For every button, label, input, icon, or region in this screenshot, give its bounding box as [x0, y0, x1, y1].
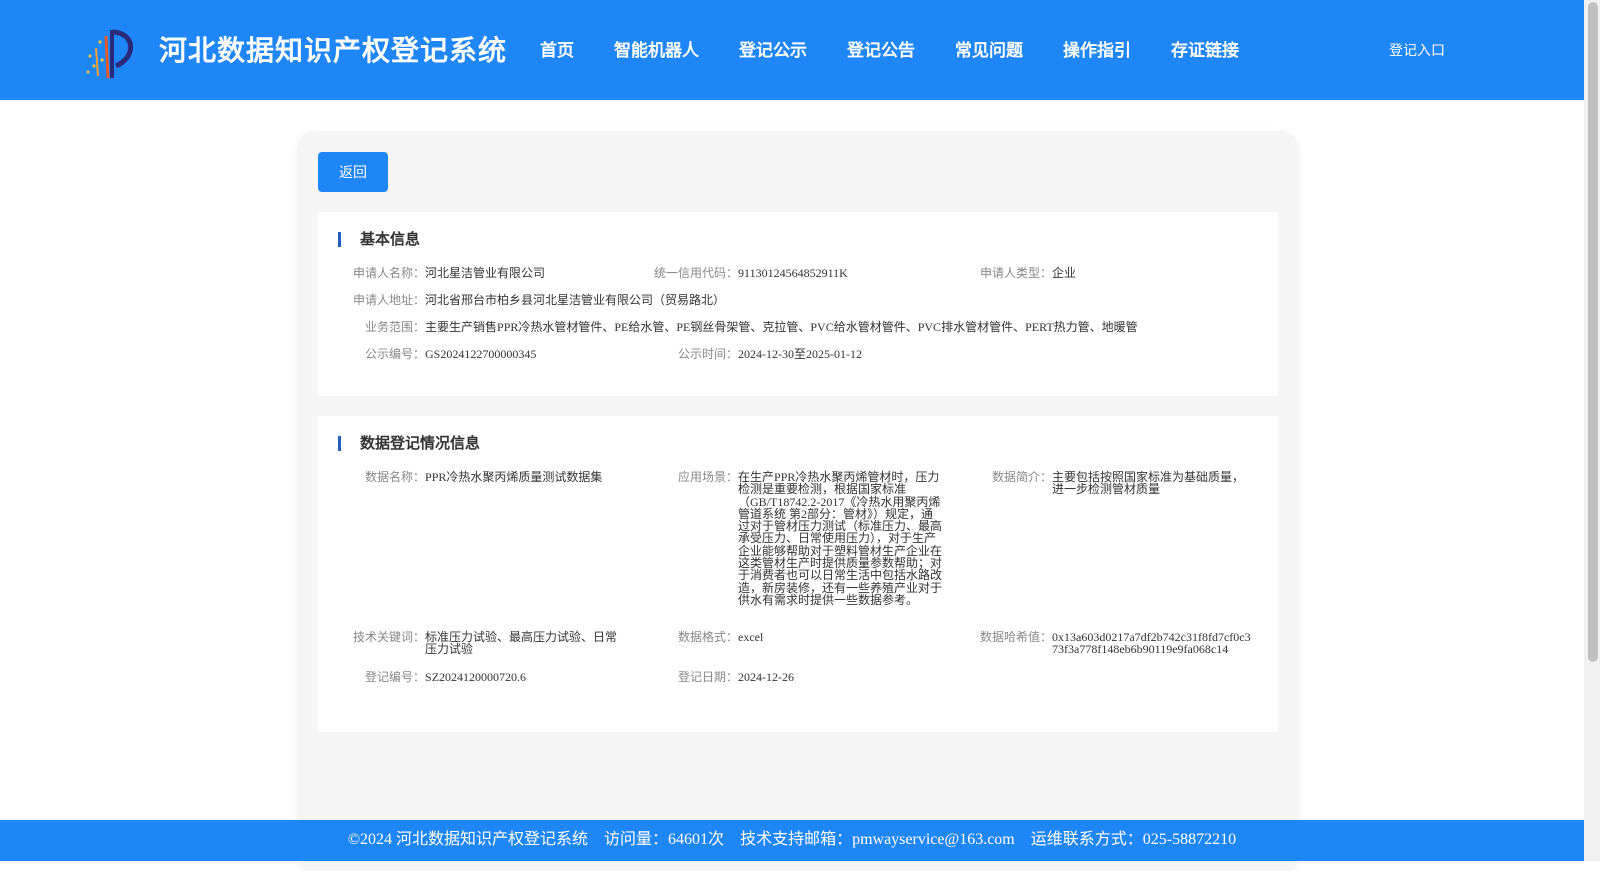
logo-icon[interactable] — [82, 26, 138, 82]
footer-copyright: ©2024 河北数据知识产权登记系统 — [347, 831, 589, 848]
field-label: 业务范围： — [365, 320, 426, 334]
detail-card: 返回 基本信息 申请人名称： 河北星洁管业有限公司 统一信用代码： 911301… — [298, 131, 1298, 871]
field-hash: 数据哈希值： 0x13a603d0217a7df2b742c31f8fd7cf0… — [980, 631, 1252, 656]
footer-email: 技术支持邮箱：pmwayservice@163.com — [740, 831, 1015, 848]
nav-item-faq[interactable]: 常见问题 — [955, 36, 1023, 61]
nav-item-public-notice[interactable]: 登记公示 — [739, 36, 807, 61]
field-notice-time: 公示时间： 2024-12-30至2025-01-12 — [678, 347, 863, 361]
field-value: 主要包括按照国家标准为基础质量，进一步检测管材质量 — [1052, 470, 1245, 497]
section-title-data: 数据登记情况信息 — [338, 434, 480, 452]
field-format: 数据格式： excel — [678, 630, 764, 644]
field-label: 公示编号： — [365, 347, 426, 361]
field-label: 技术关键词： — [353, 630, 426, 644]
nav-item-home[interactable]: 首页 — [540, 36, 574, 61]
field-address: 申请人地址： 河北省邢台市柏乡县河北星洁管业有限公司（贸易路北） — [353, 293, 726, 307]
field-value: SZ2024120000720.6 — [425, 670, 527, 684]
field-label: 申请人名称： — [353, 266, 426, 280]
field-label: 申请人类型： — [980, 266, 1053, 280]
field-value: 企业 — [1052, 266, 1077, 280]
field-applicant-type: 申请人类型： 企业 — [980, 266, 1077, 280]
field-label: 登记编号： — [365, 670, 426, 684]
field-value: 91130124564852911K — [738, 266, 848, 280]
field-value: GS2024122700000345 — [425, 347, 537, 361]
basic-info-section: 基本信息 申请人名称： 河北星洁管业有限公司 统一信用代码： 911301245… — [318, 212, 1278, 396]
field-label: 应用场景： — [678, 470, 739, 484]
footer-phone: 运维联系方式：025-58872210 — [1030, 831, 1237, 848]
field-business-scope: 业务范围： 主要生产销售PPR冷热水管材管件、PE给水管、PE钢丝骨架管、克拉管… — [365, 320, 1138, 334]
field-value: 2024-12-30至2025-01-12 — [738, 347, 863, 361]
back-button[interactable]: 返回 — [318, 152, 388, 192]
field-label: 数据格式： — [678, 630, 739, 644]
field-value: excel — [738, 630, 764, 644]
field-data-name: 数据名称： PPR冷热水聚丙烯质量测试数据集 — [365, 470, 603, 484]
field-value: 在生产PPR冷热水聚丙烯管材时，压力检测是重要检测，根据国家标准（GB/T187… — [738, 470, 943, 607]
field-applicant-name: 申请人名称： 河北星洁管业有限公司 — [353, 266, 546, 280]
nav-item-evidence-link[interactable]: 存证链接 — [1171, 36, 1239, 61]
field-reg-no: 登记编号： SZ2024120000720.6 — [365, 670, 527, 684]
field-label: 统一信用代码： — [654, 266, 739, 280]
field-notice-no: 公示编号： GS2024122700000345 — [365, 347, 537, 361]
field-label: 公示时间： — [678, 347, 739, 361]
field-value: 河北星洁管业有限公司 — [425, 266, 546, 280]
field-label: 申请人地址： — [353, 293, 426, 307]
footer: ©2024 河北数据知识产权登记系统 访问量：64601次 技术支持邮箱：pmw… — [0, 820, 1584, 861]
data-registration-section: 数据登记情况信息 数据名称： PPR冷热水聚丙烯质量测试数据集 应用场景： 在生… — [318, 416, 1278, 732]
nav-item-guide[interactable]: 操作指引 — [1063, 36, 1131, 61]
field-label: 数据名称： — [365, 470, 426, 484]
header: 河北数据知识产权登记系统 首页 智能机器人 登记公示 登记公告 常见问题 操作指… — [0, 0, 1584, 100]
nav-item-announcement[interactable]: 登记公告 — [847, 36, 915, 61]
login-link[interactable]: 登记入口 — [1389, 40, 1445, 60]
field-value: PPR冷热水聚丙烯质量测试数据集 — [425, 470, 603, 484]
nav-item-robot[interactable]: 智能机器人 — [614, 36, 699, 61]
field-credit-code: 统一信用代码： 91130124564852911K — [654, 266, 848, 280]
site-title: 河北数据知识产权登记系统 — [159, 34, 508, 67]
field-label: 登记日期： — [678, 670, 739, 684]
field-value: 河北省邢台市柏乡县河北星洁管业有限公司（贸易路北） — [425, 293, 726, 307]
field-reg-date: 登记日期： 2024-12-26 — [678, 670, 795, 684]
field-value: 标准压力试验、最高压力试验、日常压力试验 — [425, 630, 618, 657]
footer-visits: 访问量：64601次 — [604, 831, 725, 848]
field-value: 2024-12-26 — [738, 670, 795, 684]
scrollbar-thumb[interactable] — [1588, 2, 1598, 662]
scrollbar[interactable] — [1584, 0, 1600, 861]
field-label: 数据简介： — [992, 470, 1053, 484]
field-scenario: 应用场景： 在生产PPR冷热水聚丙烯管材时，压力检测是重要检测，根据国家标准（G… — [678, 471, 942, 606]
field-value: 0x13a603d0217a7df2b742c31f8fd7cf0c373f3a… — [1052, 630, 1251, 657]
field-label: 数据哈希值： — [980, 630, 1053, 644]
field-value: 主要生产销售PPR冷热水管材管件、PE给水管、PE钢丝骨架管、克拉管、PVC给水… — [425, 320, 1138, 334]
section-title-basic: 基本信息 — [338, 230, 420, 248]
main-nav: 首页 智能机器人 登记公示 登记公告 常见问题 操作指引 存证链接 — [520, 36, 1259, 61]
field-summary: 数据简介： 主要包括按照国家标准为基础质量，进一步检测管材质量 — [992, 471, 1248, 496]
field-keywords: 技术关键词： 标准压力试验、最高压力试验、日常压力试验 — [353, 631, 621, 656]
